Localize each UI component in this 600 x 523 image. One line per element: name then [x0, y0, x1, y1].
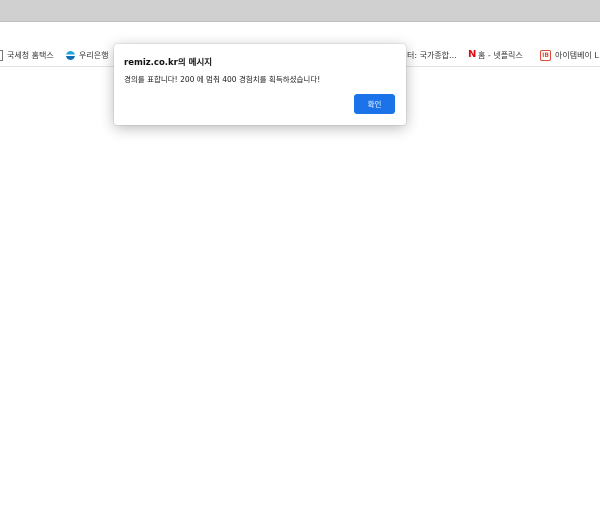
browser-title-bar — [0, 0, 600, 21]
bookmark-label: 아이템베이 L — [555, 50, 599, 60]
bookmark-woori-bank[interactable]: 우리은행 — [66, 48, 108, 62]
address-bar-area — [0, 22, 600, 44]
bookmark-netflix[interactable]: N 홈 - 넷플릭스 — [468, 48, 523, 62]
bookmark-label: 우리은행 — [79, 50, 109, 60]
bookmark-label: 국세청 홈택스 — [7, 50, 54, 60]
document-icon — [0, 49, 3, 61]
bookmark-label: 홈 - 넷플릭스 — [478, 50, 523, 60]
alert-dialog: remiz.co.kr의 메시지 경의를 표합니다! 200 에 멈춰 400 … — [114, 44, 406, 125]
dialog-title: remiz.co.kr의 메시지 — [124, 58, 213, 68]
itembay-icon: IB — [540, 49, 551, 61]
netflix-icon: N — [468, 49, 477, 60]
dialog-message: 경의를 표합니다! 200 에 멈춰 400 경험치를 획득하셨습니다! — [124, 75, 321, 84]
bookmark-hometax[interactable]: 국세청 홈택스 — [0, 48, 54, 62]
bookmark-itembay[interactable]: IB 아이템베이 L — [540, 48, 599, 62]
bookmark-national[interactable]: 터: 국가종합... — [407, 48, 457, 62]
confirm-button[interactable]: 확인 — [354, 94, 395, 114]
bookmark-label: 터: 국가종합... — [407, 50, 457, 60]
woori-bank-icon — [66, 50, 75, 60]
